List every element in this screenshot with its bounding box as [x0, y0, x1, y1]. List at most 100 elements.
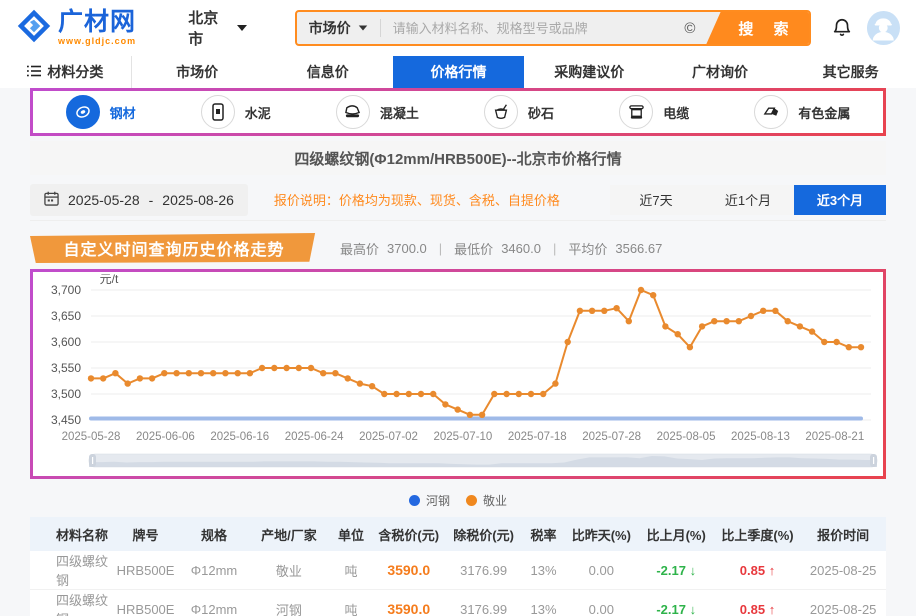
chevron-down-icon [358, 25, 367, 30]
svg-text:3,450: 3,450 [51, 413, 81, 427]
legend-hegang[interactable]: 河钢 [409, 492, 450, 509]
category-label: 钢材 [110, 103, 136, 122]
calendar-icon [44, 191, 59, 209]
category-label: 混凝土 [380, 103, 419, 122]
category-steel[interactable]: 钢材 [66, 95, 136, 129]
cell-vs-month: -2.17 ↓ [638, 590, 715, 616]
site-logo[interactable]: 广材网 www.gldjc.com [16, 8, 136, 49]
search-category-label: 市场价 [309, 18, 351, 38]
time-range-buttons: 近7天 近1个月 近3个月 [610, 185, 886, 215]
cell-vs-yesterday: 0.00 [565, 551, 638, 590]
category-sand[interactable]: 砂石 [484, 95, 554, 129]
svg-text:2025-07-02: 2025-07-02 [359, 431, 418, 443]
stat-min-value: 3460.0 [501, 241, 541, 256]
svg-text:2025-08-21: 2025-08-21 [805, 431, 864, 443]
cell-vs-yesterday: 0.00 [565, 590, 638, 616]
search-input[interactable] [381, 21, 675, 36]
stat-avg-value: 3566.67 [615, 241, 662, 256]
svg-text:2025-07-28: 2025-07-28 [582, 431, 641, 443]
concrete-mixer-icon [336, 95, 370, 129]
date-start: 2025-05-28 [68, 192, 140, 208]
table-row: 四级螺纹钢 HRB500E Φ12mm 敬业 吨 3590.0 3176.99 … [30, 551, 886, 590]
col-unit: 单位 [330, 517, 373, 551]
category-label: 有色金属 [798, 103, 850, 122]
cell-tax-rate: 13% [522, 551, 565, 590]
nav-label: 价格行情 [431, 62, 487, 82]
cell-spec: Φ12mm [180, 590, 248, 616]
nav-label: 采购建议价 [554, 62, 624, 82]
stat-avg-label: 平均价 [568, 239, 607, 258]
page-title-row: 四级螺纹钢(Φ12mm/HRB500E)--北京市价格行情 [30, 141, 886, 175]
chart-stats: 最高价 3700.0 | 最低价 3460.0 | 平均价 3566.67 [340, 239, 662, 258]
cell-tax-rate: 13% [522, 590, 565, 616]
cell-tax-price: 3590.0 [372, 551, 445, 590]
cell-quote-date: 2025-08-25 [800, 551, 886, 590]
top-header: 广材网 www.gldjc.com 北京市 市场价 © 搜 索 [0, 0, 916, 56]
svg-text:2025-06-24: 2025-06-24 [285, 431, 344, 443]
legend-jingye[interactable]: 敬业 [466, 492, 507, 509]
col-origin: 产地/厂家 [248, 517, 329, 551]
quote-note: 报价说明：价格均为现款、现货、含税、自提价格 [274, 190, 560, 209]
svg-text:元/t: 元/t [100, 274, 119, 286]
page-title: 四级螺纹钢(Φ12mm/HRB500E)--北京市价格行情 [294, 148, 621, 169]
cell-unit: 吨 [330, 590, 373, 616]
table-header-row: 材料名称 牌号 规格 产地/厂家 单位 含税价(元) 除税价(元) 税率 比昨天… [30, 517, 886, 551]
sand-bucket-icon [484, 95, 518, 129]
image-search-icon[interactable]: © [674, 20, 705, 37]
cell-unit: 吨 [330, 551, 373, 590]
legend-dot-jingye [466, 495, 477, 506]
logo-url: www.gldjc.com [58, 37, 136, 46]
chart-title-ribbon: 自定义时间查询历史价格走势 [30, 233, 318, 263]
nav-label: 其它服务 [823, 62, 879, 82]
stat-max-label: 最高价 [340, 239, 379, 258]
search-button[interactable]: 搜 索 [705, 10, 809, 46]
cell-grade: HRB500E [111, 551, 179, 590]
price-trend-chart[interactable]: 3,4503,5003,5503,6003,6503,700元/t2025-05… [30, 269, 886, 479]
divider: | [435, 241, 446, 256]
range-1month-button[interactable]: 近1个月 [702, 185, 794, 215]
nav-purchase-advice-price[interactable]: 采购建议价 [524, 56, 655, 88]
nav-market-price[interactable]: 市场价 [132, 56, 263, 88]
cell-origin: 河钢 [248, 590, 329, 616]
category-label: 砂石 [528, 103, 554, 122]
category-label: 电缆 [663, 103, 689, 122]
user-avatar[interactable] [867, 11, 900, 45]
category-nonferrous[interactable]: 有色金属 [754, 95, 850, 129]
cell-no-tax-price: 3176.99 [445, 590, 522, 616]
search-category-dropdown[interactable]: 市场价 [297, 18, 380, 38]
cell-origin: 敬业 [248, 551, 329, 590]
col-no-tax-price: 除税价(元) [445, 517, 522, 551]
cell-material: 四级螺纹钢 [30, 590, 111, 616]
stat-min-label: 最低价 [454, 239, 493, 258]
logo-text: 广材网 [58, 10, 136, 35]
nav-price-trend[interactable]: 价格行情 [393, 56, 524, 88]
notification-bell-icon[interactable] [831, 17, 853, 39]
city-selector[interactable]: 北京市 [188, 7, 246, 49]
chart-legend: 河钢 敬业 [30, 485, 886, 515]
col-vs-month: 比上月(%) [638, 517, 715, 551]
date-range-picker[interactable]: 2025-05-28 - 2025-08-26 [30, 184, 248, 216]
nav-label: 材料分类 [47, 62, 103, 82]
category-cable[interactable]: 电缆 [619, 95, 689, 129]
nav-label: 市场价 [176, 62, 218, 82]
nav-info-price[interactable]: 信息价 [262, 56, 393, 88]
range-3months-button[interactable]: 近3个月 [794, 185, 886, 215]
range-7days-button[interactable]: 近7天 [610, 185, 702, 215]
nav-label: 广材询价 [692, 62, 748, 82]
cell-material: 四级螺纹钢 [30, 551, 111, 590]
svg-text:3,500: 3,500 [51, 387, 81, 401]
category-concrete[interactable]: 混凝土 [336, 95, 419, 129]
metal-ingots-icon [754, 95, 788, 129]
svg-text:3,700: 3,700 [51, 283, 81, 297]
nav-material-catalog[interactable]: 材料分类 [0, 56, 132, 88]
category-cement[interactable]: 水泥 [201, 95, 271, 129]
nav-other-services[interactable]: 其它服务 [785, 56, 916, 88]
chevron-down-icon [237, 25, 247, 31]
filter-row: 2025-05-28 - 2025-08-26 报价说明：价格均为现款、现货、含… [30, 185, 886, 221]
nav-label: 信息价 [307, 62, 349, 82]
stat-max-value: 3700.0 [387, 241, 427, 256]
cell-spec: Φ12mm [180, 551, 248, 590]
date-separator: - [149, 192, 154, 208]
col-grade: 牌号 [111, 517, 179, 551]
nav-gc-inquiry[interactable]: 广材询价 [655, 56, 786, 88]
